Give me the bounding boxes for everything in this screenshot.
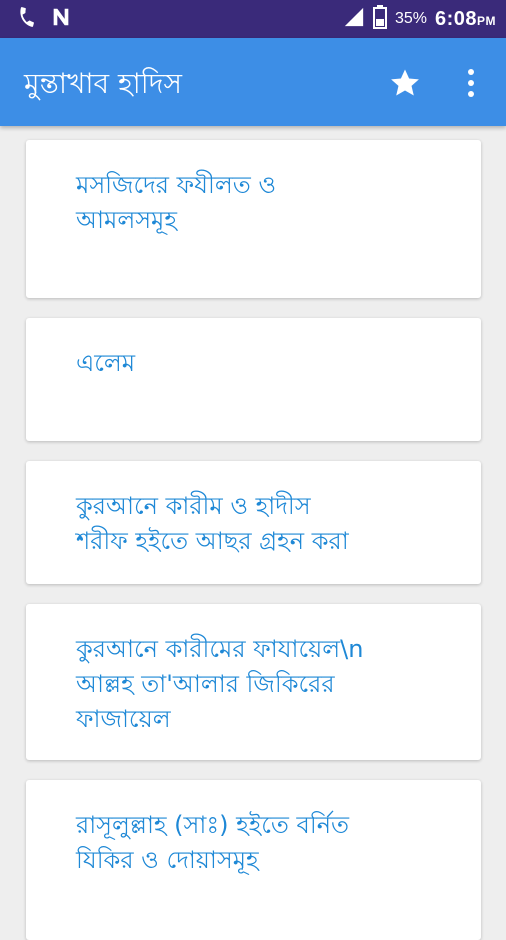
- status-bar: 35% 6:08PM: [0, 0, 506, 38]
- list-item-label: রাসূলুল্লাহ (সাঃ) হইতে বর্নিত যিকির ও দো…: [76, 811, 350, 874]
- list-item[interactable]: কুরআনে কারীমের ফাযায়েল\n আল্লহ তা'আলার …: [26, 604, 481, 760]
- list-item-label: কুরআনে কারীম ও হাদীস শরীফ হইতে আছর গ্রহন…: [76, 492, 349, 555]
- list-item[interactable]: রাসূলুল্লাহ (সাঃ) হইতে বর্নিত যিকির ও দো…: [26, 780, 481, 940]
- app-title: মুন্তাখাব হাদিস: [24, 67, 183, 100]
- list-item[interactable]: কুরআনে কারীম ও হাদীস শরীফ হইতে আছর গ্রহন…: [26, 461, 481, 584]
- app-bar: মুন্তাখাব হাদিস: [0, 38, 506, 126]
- more-vertical-icon: [468, 69, 474, 97]
- list-item-label: কুরআনে কারীমের ফাযায়েল\n আল্লহ তা'আলার …: [76, 635, 364, 733]
- battery-percent: 35%: [394, 10, 427, 27]
- clock: 6:08PM: [435, 8, 496, 31]
- clock-ampm: PM: [477, 13, 496, 28]
- list-item-label: মসজিদের ফযীলত ও আমলসমূহ: [76, 171, 277, 234]
- battery-icon: [372, 5, 387, 33]
- list-item[interactable]: এলেম: [26, 318, 481, 441]
- list-item-label: এলেম: [76, 349, 136, 377]
- overflow-menu-button[interactable]: [458, 66, 484, 100]
- signal-icon: [343, 6, 365, 32]
- list-item[interactable]: মসজিদের ফযীলত ও আমলসমূহ: [26, 140, 481, 298]
- favorites-button[interactable]: [388, 66, 422, 100]
- n-notification-icon: [50, 6, 72, 32]
- phone-icon: [16, 6, 38, 32]
- clock-time: 6:08: [434, 7, 477, 30]
- star-icon: [391, 69, 419, 96]
